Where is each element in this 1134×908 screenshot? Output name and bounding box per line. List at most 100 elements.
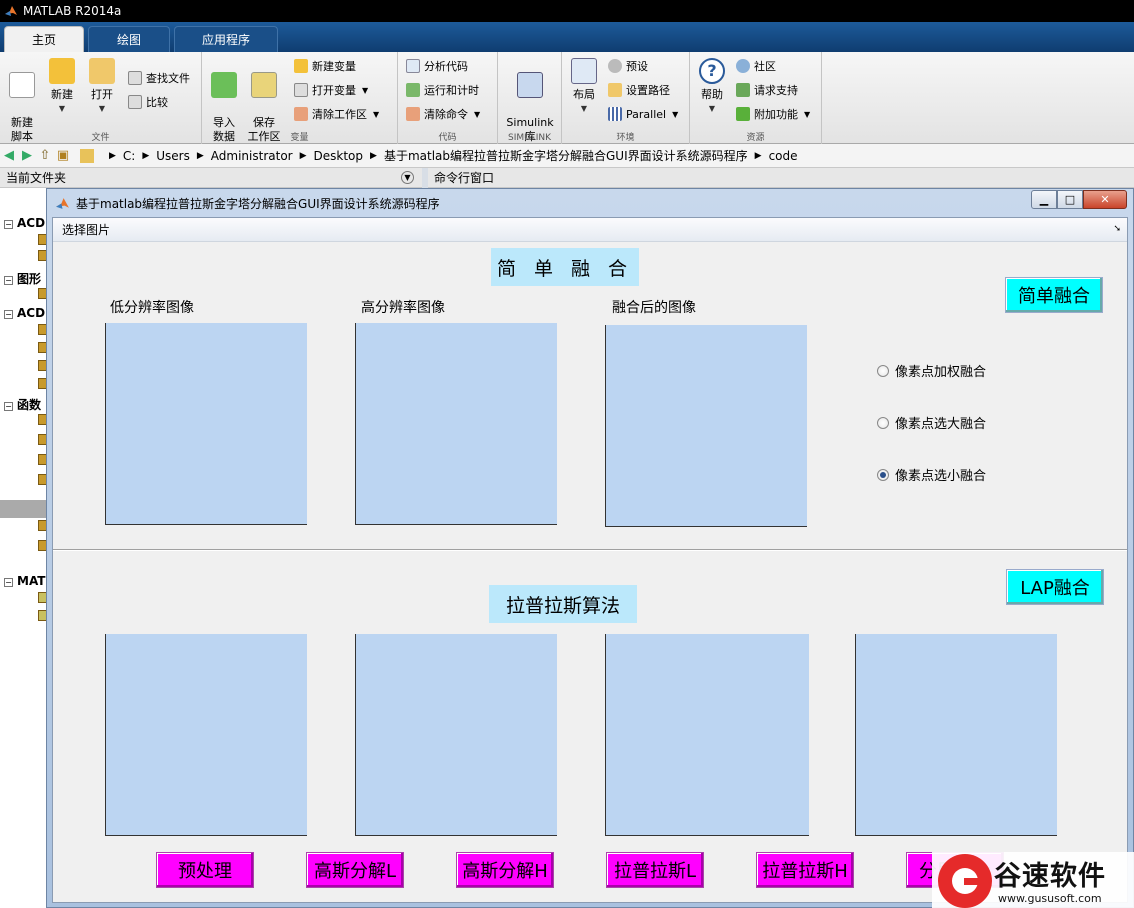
- ribbon-tabbar: 主页 绘图 应用程序: [0, 22, 1134, 52]
- lap-fusion-button[interactable]: LAP融合: [1006, 569, 1104, 605]
- gususoft-logo-icon: [938, 854, 992, 908]
- group-simulink: Simulink 库 SIMULINK: [498, 52, 562, 144]
- tree-group[interactable]: − ACD: [4, 306, 45, 320]
- current-folder-title: 当前文件夹: [6, 171, 67, 185]
- chevron-down-icon: ▼: [362, 85, 369, 95]
- close-icon[interactable]: ✕: [1083, 190, 1127, 209]
- request-support-button[interactable]: 请求支持: [736, 80, 798, 100]
- radio-max-fusion[interactable]: 像素点选大融合: [877, 413, 986, 432]
- simulink-library-button[interactable]: Simulink 库: [504, 58, 556, 144]
- parallel-icon: [608, 107, 622, 121]
- community-button[interactable]: 社区: [736, 56, 776, 76]
- open-variable-button[interactable]: 打开变量 ▼: [294, 80, 368, 100]
- tree-group[interactable]: − 图形: [4, 270, 41, 287]
- folder-icon: [80, 148, 94, 163]
- radio-indicator: [877, 364, 889, 377]
- compare-button[interactable]: 比较: [128, 92, 168, 112]
- run-and-time-button[interactable]: 运行和计时: [406, 80, 479, 100]
- help-icon: ?: [699, 58, 725, 84]
- breadcrumb-item[interactable]: 基于matlab编程拉普拉斯金字塔分解融合GUI界面设计系统源码程序: [384, 147, 748, 164]
- forward-arrow-icon[interactable]: ▶: [18, 147, 36, 165]
- tab-plots[interactable]: 绘图: [88, 26, 170, 52]
- new-variable-icon: [294, 59, 308, 73]
- layout-icon: [571, 58, 597, 84]
- find-files-button[interactable]: 查找文件: [128, 68, 190, 88]
- chevron-down-icon[interactable]: ▼: [401, 171, 414, 184]
- menu-select-image[interactable]: 选择图片: [62, 221, 110, 238]
- figure-titlebar: 基于matlab编程拉普拉斯金字塔分解融合GUI界面设计系统源码程序 ▁ □ ✕: [47, 189, 1133, 217]
- group-label-file: 文件: [91, 133, 110, 143]
- toolbar-toggle-icon[interactable]: ➘: [1113, 224, 1121, 234]
- analyze-code-button[interactable]: 分析代码: [406, 56, 468, 76]
- simple-fusion-button[interactable]: 简单融合: [1005, 277, 1103, 313]
- tree-group[interactable]: − MAT: [4, 574, 45, 588]
- laplacian-h-button[interactable]: 拉普拉斯H: [756, 852, 854, 888]
- back-arrow-icon[interactable]: ◀: [0, 147, 18, 165]
- open-button[interactable]: 打开 ▼: [82, 58, 122, 116]
- matlab-titlebar: MATLAB R2014a: [0, 0, 1134, 22]
- axes-label-low-res: 低分辨率图像: [110, 300, 194, 316]
- axes-label-fused: 融合后的图像: [612, 300, 696, 316]
- axes-fused-image: [605, 325, 807, 527]
- browse-folder-icon[interactable]: ▣: [54, 147, 72, 165]
- preprocess-button[interactable]: 预处理: [156, 852, 254, 888]
- group-label-variable: 变量: [290, 133, 309, 143]
- laplacian-title: 拉普拉斯算法: [489, 585, 637, 623]
- gaussian-h-button[interactable]: 高斯分解H: [456, 852, 554, 888]
- analyze-code-icon: [406, 59, 420, 73]
- set-path-button[interactable]: 设置路径: [608, 80, 670, 100]
- breadcrumb-item[interactable]: Desktop: [314, 149, 364, 163]
- tree-group[interactable]: − 函数: [4, 396, 41, 413]
- new-button[interactable]: 新建 ▼: [42, 58, 82, 116]
- community-icon: [736, 59, 750, 73]
- watermark-name: 谷速软件: [994, 861, 1106, 892]
- clear-workspace-icon: [294, 107, 308, 121]
- group-code: 分析代码 运行和计时 清除命令 ▼ 代码: [398, 52, 498, 144]
- minimize-icon[interactable]: ▁: [1031, 190, 1057, 209]
- layout-button[interactable]: 布局 ▼: [564, 58, 604, 116]
- new-variable-button[interactable]: 新建变量: [294, 56, 356, 76]
- tree-group[interactable]: − ACD: [4, 216, 45, 230]
- gui-figure-window: 基于matlab编程拉普拉斯金字塔分解融合GUI界面设计系统源码程序 ▁ □ ✕…: [46, 188, 1134, 908]
- laplacian-l-button[interactable]: 拉普拉斯L: [606, 852, 704, 888]
- radio-indicator-selected: [877, 468, 889, 481]
- breadcrumb-item[interactable]: Users: [156, 149, 190, 163]
- tab-apps[interactable]: 应用程序: [174, 26, 278, 52]
- group-variable: 导入 数据 保存 工作区 新建变量 打开变量 ▼ 清除工作区 ▼ 变量: [202, 52, 398, 144]
- set-path-icon: [608, 83, 622, 97]
- gear-icon: [608, 59, 622, 73]
- figure-menubar: 选择图片 ➘: [53, 218, 1127, 242]
- clear-commands-button[interactable]: 清除命令 ▼: [406, 104, 480, 124]
- radio-weighted-fusion[interactable]: 像素点加权融合: [877, 361, 986, 380]
- watermark-url: www.gususoft.com: [998, 892, 1102, 905]
- support-icon: [736, 83, 750, 97]
- gaussian-l-button[interactable]: 高斯分解L: [306, 852, 404, 888]
- axes-low-res-image: [105, 323, 307, 525]
- matlab-logo-icon: [5, 6, 17, 16]
- selected-row[interactable]: [0, 500, 47, 518]
- axes-preprocess: [105, 634, 307, 836]
- app-title: MATLAB R2014a: [23, 4, 122, 18]
- up-folder-icon[interactable]: ⇧: [36, 147, 54, 165]
- radio-min-fusion[interactable]: 像素点选小融合: [877, 465, 986, 484]
- parallel-button[interactable]: Parallel ▼: [608, 104, 678, 124]
- help-button[interactable]: ? 帮助 ▼: [692, 58, 732, 116]
- breadcrumb-item[interactable]: code: [769, 149, 798, 163]
- chevron-down-icon: ▼: [672, 109, 679, 119]
- breadcrumb-item[interactable]: Administrator: [211, 149, 293, 163]
- simulink-icon: [517, 72, 543, 98]
- group-label-environment: 环境: [616, 133, 635, 143]
- ribbon: 新建 脚本 新建 ▼ 打开 ▼ 查找文件 比较 文件 导入 数据 保存 工作区 新建…: [0, 52, 1134, 144]
- preferences-button[interactable]: 预设: [608, 56, 648, 76]
- find-files-icon: [128, 71, 142, 85]
- section-divider: [53, 549, 1127, 551]
- save-icon: [251, 72, 277, 98]
- clear-workspace-button[interactable]: 清除工作区 ▼: [294, 104, 379, 124]
- simple-fusion-title: 简 单 融 合: [491, 248, 639, 286]
- breadcrumb-item[interactable]: C:: [123, 149, 135, 163]
- watermark-logo: 谷速软件 www.gususoft.com: [932, 852, 1134, 908]
- maximize-icon[interactable]: □: [1057, 190, 1083, 209]
- breadcrumb: ▶ C: ▶ Users ▶ Administrator ▶ Desktop ▶ 基于ma…: [109, 147, 798, 164]
- tab-home[interactable]: 主页: [4, 26, 84, 52]
- add-ons-button[interactable]: 附加功能 ▼: [736, 104, 810, 124]
